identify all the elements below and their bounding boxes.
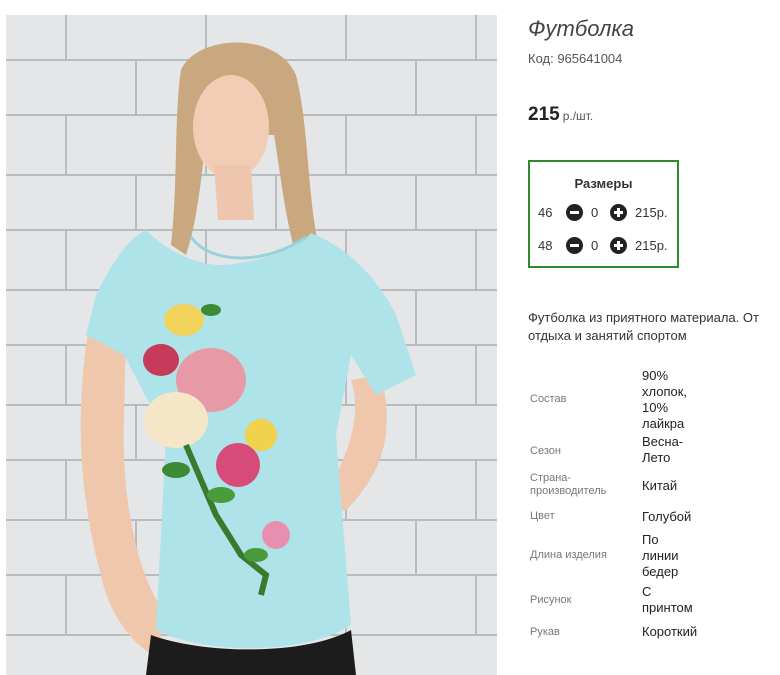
attribute-key: Цвет — [530, 510, 555, 522]
size-label: 46 — [538, 205, 553, 220]
plus-circle-icon[interactable] — [610, 237, 627, 254]
size-label: 48 — [538, 238, 553, 253]
attribute-value: Короткий — [642, 624, 698, 639]
product-price: 215 р./шт. — [528, 104, 593, 126]
product-photo[interactable] — [6, 15, 497, 675]
attribute-value: 90% хлопок, 10% лайкра — [642, 368, 688, 431]
attribute-key: Страна- производитель — [530, 472, 607, 497]
size-price: 215р. — [635, 238, 668, 253]
product-description: Футболка из приятного материала. От отды… — [528, 309, 780, 345]
product-sku: Код: 965641004 — [528, 51, 623, 66]
size-quantity: 0 — [591, 205, 599, 220]
description-line: отдыха и занятий спортом — [528, 328, 687, 343]
attribute-value: По линии бедер — [642, 532, 679, 579]
product-photo-illustration — [6, 15, 497, 675]
minus-circle-icon[interactable] — [566, 237, 583, 254]
price-amount: 215 — [528, 104, 560, 125]
attribute-key: Сезон — [530, 445, 561, 457]
minus-circle-icon[interactable] — [566, 204, 583, 221]
size-price: 215р. — [635, 205, 668, 220]
attribute-value: С принтом — [642, 584, 693, 615]
sizes-box: Размеры 46 0 215р. 48 0 215р. — [528, 160, 679, 268]
size-quantity: 0 — [591, 238, 599, 253]
attribute-key: Состав — [530, 393, 567, 405]
product-title: Футболка — [528, 16, 634, 41]
description-line: Футболка из приятного материала. От — [528, 310, 759, 325]
size-row: 46 0 215р. — [530, 203, 677, 223]
attribute-value: Весна- Лето — [642, 434, 684, 465]
size-row: 48 0 215р. — [530, 236, 677, 256]
attribute-key: Рисунок — [530, 594, 572, 606]
attribute-key: Длина изделия — [530, 549, 607, 561]
attribute-value: Китай — [642, 478, 678, 493]
price-unit: р./шт. — [562, 109, 594, 123]
attribute-key: Рукав — [530, 626, 560, 638]
attribute-value: Голубой — [642, 509, 692, 524]
plus-circle-icon[interactable] — [610, 204, 627, 221]
sizes-title: Размеры — [574, 176, 633, 191]
